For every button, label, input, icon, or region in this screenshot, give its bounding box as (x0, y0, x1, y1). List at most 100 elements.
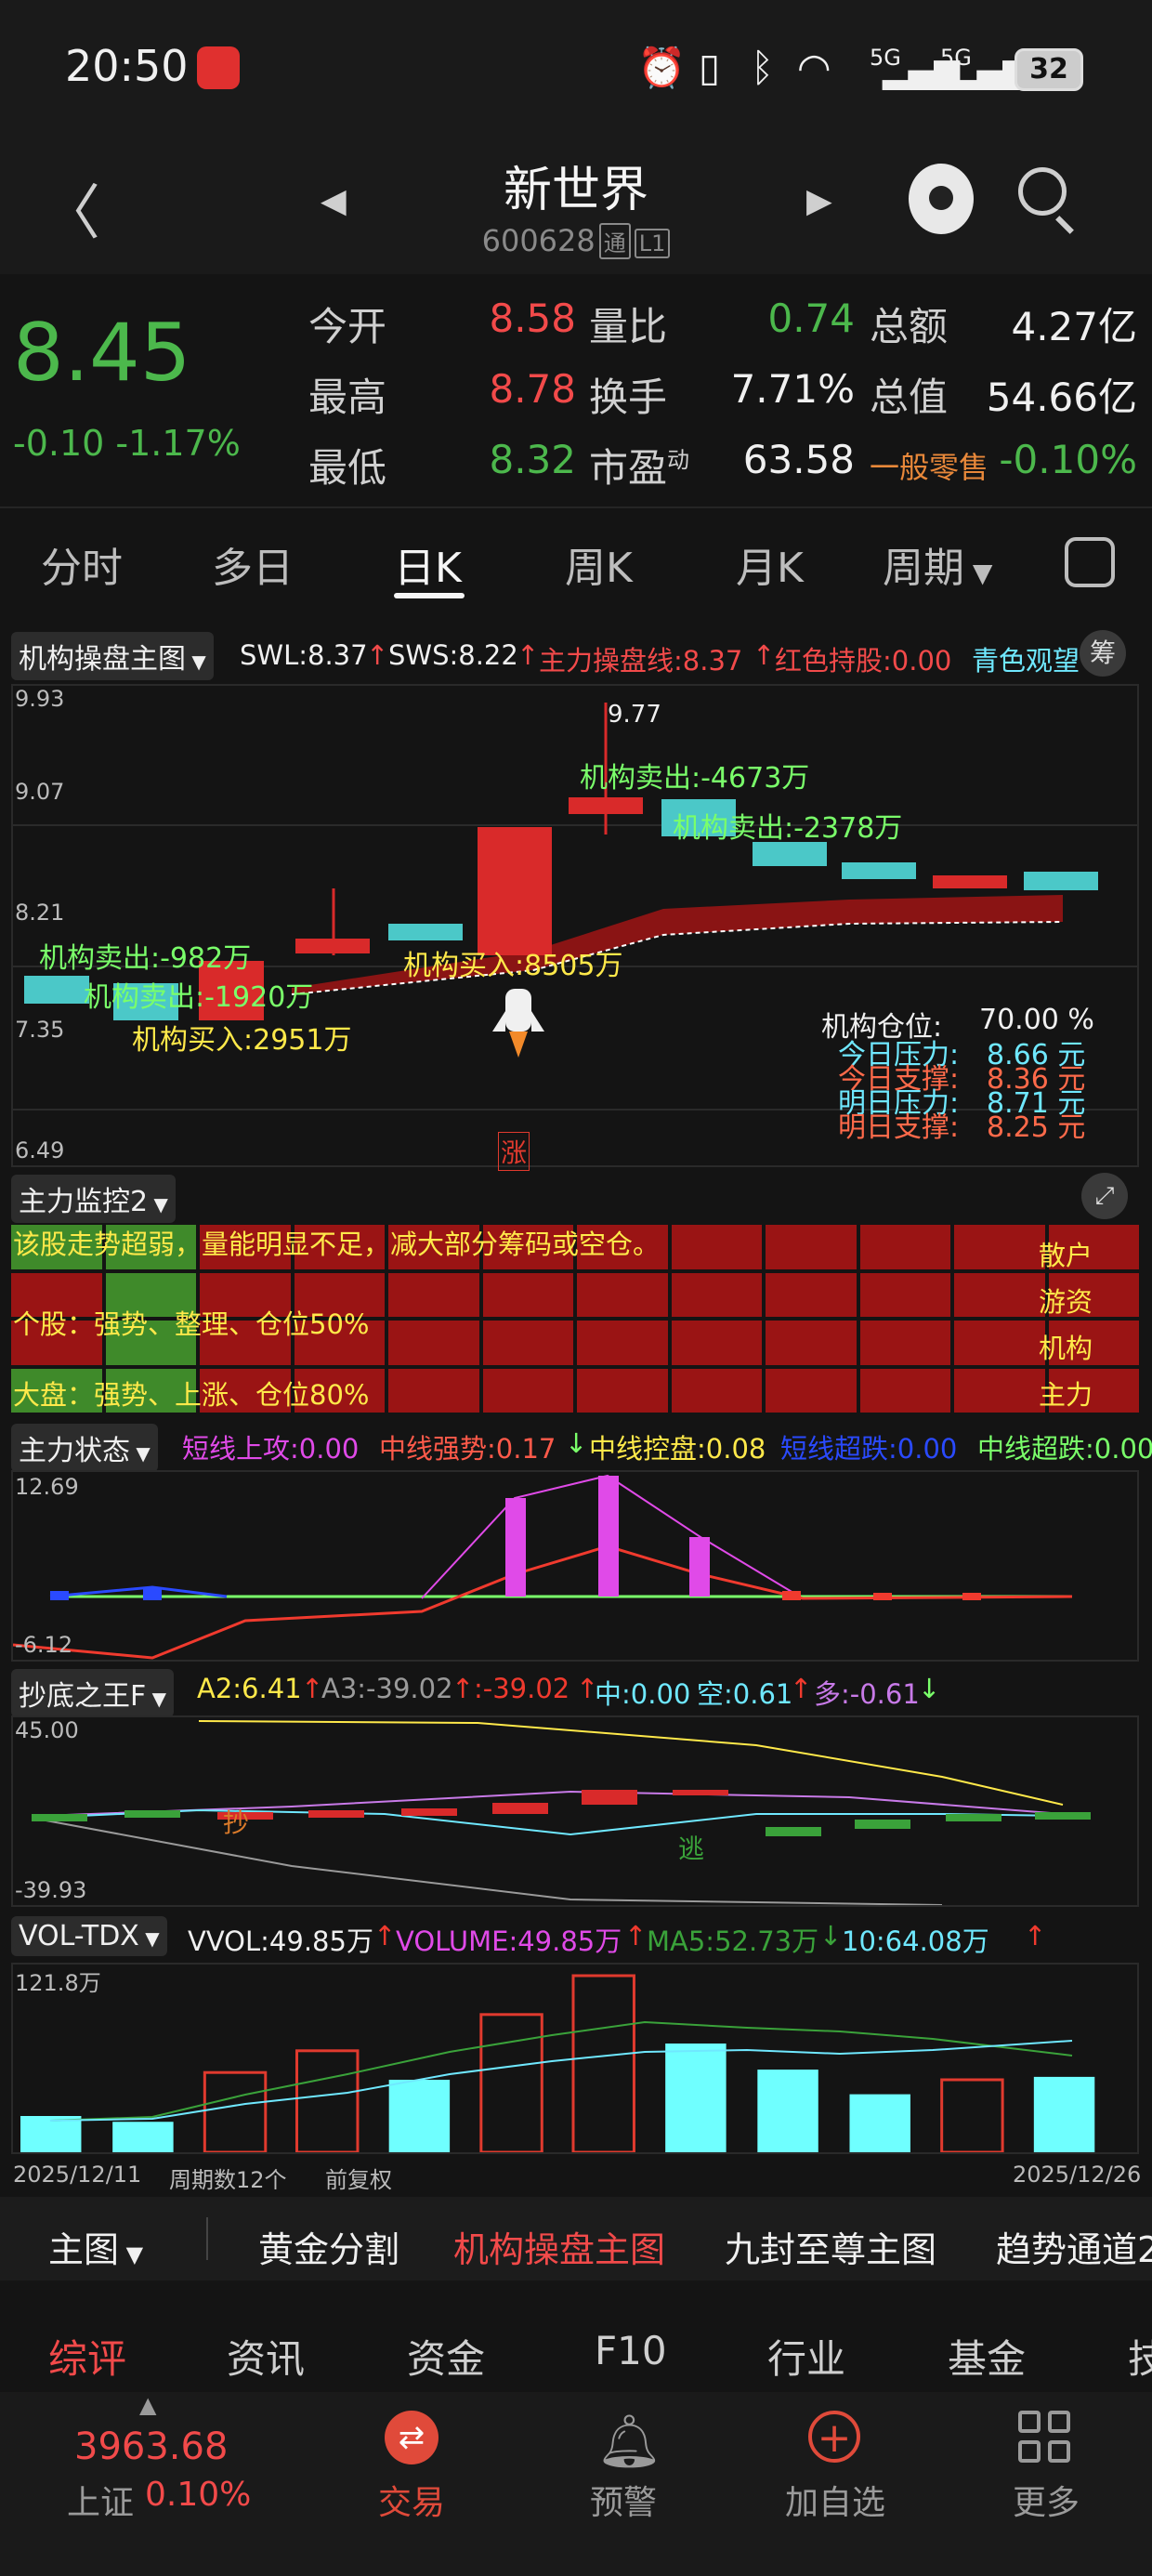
bottom-y-top: 45.00 (15, 1717, 79, 1743)
tong-tag: 通 (598, 223, 631, 259)
indicator-cyan-watch: 青色观望 (972, 645, 1080, 677)
state-lines (13, 1474, 1073, 1660)
tab-weekly-k[interactable]: 周K (565, 534, 633, 594)
tab-golden-section[interactable]: 黄金分割 (258, 2221, 399, 2272)
arrow-down-icon: ↓ (819, 1920, 843, 1952)
stock-name: 新世界 (503, 163, 648, 218)
nav-trade[interactable]: 交易 (353, 2476, 470, 2524)
active-tab-indicator (394, 593, 465, 598)
annotation-sell: 机构卖出:-982万 (39, 942, 252, 975)
date-end: 2025/12/26 (1013, 2162, 1142, 2188)
bottom-value-z: 中:0.00 (595, 1678, 691, 1710)
volume-bar (112, 2122, 174, 2152)
volume-indicator-selector[interactable]: VOL-TDX ▼ (11, 1916, 167, 1956)
high-price-label: 9.77 (608, 701, 661, 729)
tab-news[interactable]: 资讯 (227, 2328, 305, 2385)
search-icon[interactable] (1018, 167, 1067, 216)
settings-icon[interactable] (1065, 537, 1115, 587)
bottom-indicator-selector[interactable]: 抄底之王F ▼ (11, 1669, 175, 1717)
y-tick: 6.49 (15, 1137, 65, 1163)
state-name: 主力状态 (19, 1435, 130, 1467)
tab-daily-k[interactable]: 日K (394, 534, 462, 594)
arrow-up-icon: ↑ (624, 1920, 648, 1952)
tab-industry[interactable]: 行业 (767, 2328, 845, 2385)
main-chart-area[interactable]: 9.93 9.07 8.21 7.35 6.49 9.77 机构卖出:-4673… (11, 684, 1139, 1171)
tab-institution-chart[interactable]: 机构操盘主图 (453, 2221, 665, 2272)
bluetooth-icon: ᛒ (751, 45, 775, 90)
bottom-value-d: 多:-0.61 (814, 1678, 920, 1710)
chip-distribution-button[interactable]: 筹 (1080, 630, 1126, 677)
index-name: 上证 (67, 2484, 135, 2522)
trade-icon[interactable]: ⇄ (385, 2411, 439, 2464)
index-value[interactable]: 3963.68 (74, 2425, 228, 2468)
monitor-selector[interactable]: 主力监控2 ▼ (11, 1175, 176, 1223)
tab-trend-channel[interactable]: 趋势通道2 (996, 2221, 1152, 2272)
nav-alert[interactable]: 预警 (565, 2476, 682, 2524)
main-chart-dropdown[interactable]: 主图 ▼ (48, 2221, 143, 2272)
nav-more[interactable]: 更多 (990, 2476, 1102, 2524)
limit-up-badge: 涨 (498, 1132, 530, 1171)
indicator-main-line: 主力操盘线:8.37 (539, 645, 743, 677)
battery-icon: 32 (1015, 48, 1083, 91)
state-value-d: 短线超跌:0.00 (780, 1433, 958, 1465)
tab-fund[interactable]: 基金 (948, 2328, 1026, 2385)
state-value-e: 中线超跌:0.00 (977, 1433, 1152, 1465)
tab-f10[interactable]: F10 (595, 2328, 667, 2373)
tab-intraday[interactable]: 分时 (41, 534, 123, 594)
tab-monthly-k[interactable]: 月K (736, 534, 804, 594)
adjust-mode[interactable]: 前复权 (325, 2162, 392, 2194)
volume-vvol: VVOL:49.85万 (188, 1925, 373, 1957)
bottom-indicator-chart[interactable]: 45.00 -39.93 抄 逃 (11, 1715, 1139, 1907)
tab-nine-seal-chart[interactable]: 九封至尊主图 (725, 2221, 936, 2272)
index-change: 0.10% (145, 2476, 252, 2514)
main-chart-dropdown-label: 主图 (48, 2229, 120, 2270)
back-icon[interactable]: 〈 (41, 165, 100, 251)
chevron-down-icon: ▼ (148, 1193, 168, 1216)
chevron-down-icon: ▼ (146, 1688, 167, 1710)
indicator-sws: SWS:8.22 (388, 639, 518, 671)
state-selector[interactable]: 主力状态 ▼ (11, 1424, 158, 1472)
y-tick: 9.07 (15, 779, 65, 805)
label-low: 最低 (308, 445, 387, 491)
volume-bar (571, 1974, 635, 2152)
state-chart[interactable]: 12.69 -6.12 (11, 1470, 1139, 1662)
bottom-indicator-lines (32, 1720, 1091, 1905)
chevron-down-icon: ▼ (130, 1442, 151, 1465)
volume-bar (849, 2094, 910, 2152)
bottom-indicator-name: 抄底之王F (19, 1680, 147, 1713)
volume-chart[interactable]: 121.8万 (11, 1963, 1139, 2154)
level-value: 8.25 元 (987, 1111, 1086, 1144)
main-indicator-name: 机构操盘主图 (19, 643, 186, 676)
period-count: 周期数12个 (169, 2167, 287, 2193)
nav-add-watchlist[interactable]: 加自选 (775, 2476, 896, 2524)
grid-icon[interactable] (1018, 2411, 1072, 2464)
tab-period[interactable]: 周期 ▼ (883, 534, 992, 594)
arrow-up-icon: ↑ (301, 1673, 324, 1704)
label-volume-ratio: 量比 (589, 304, 668, 349)
volume-bar (1033, 2076, 1095, 2152)
value-turnover-amount: 4.27亿 (1011, 304, 1137, 349)
mascot-icon[interactable] (909, 164, 974, 234)
add-watchlist-icon[interactable]: + (808, 2411, 860, 2463)
state-value-c: 中线控盘:0.08 (589, 1433, 766, 1465)
main-indicator-selector[interactable]: 机构操盘主图 ▼ (11, 632, 214, 680)
arrow-up-icon: ↑ (373, 1920, 397, 1952)
side-label-retail: 散户 (1039, 1240, 1093, 1271)
tab-overview[interactable]: 综评 (48, 2328, 126, 2385)
tab-more-section[interactable]: 技 (1128, 2328, 1152, 2385)
bottom-value-k: 空:0.61 (697, 1678, 793, 1710)
expand-icon[interactable]: ⤢ (1081, 1173, 1128, 1219)
stock-code-value: 600628 (481, 223, 596, 258)
chevron-down-icon: ▼ (138, 1927, 160, 1950)
tab-funds[interactable]: 资金 (407, 2328, 485, 2385)
next-stock-icon[interactable]: ▶ (806, 182, 832, 220)
escape-mark: 逃 (678, 1833, 705, 1864)
side-label-institution: 机构 (1039, 1333, 1093, 1364)
bottom-value-a3: A3:-39.02 (321, 1673, 453, 1704)
bell-icon[interactable]: 🔔︎ (596, 2411, 662, 2472)
divider (0, 506, 1152, 508)
tab-multiday[interactable]: 多日 (212, 534, 294, 594)
prev-stock-icon[interactable]: ◀ (321, 182, 347, 220)
y-tick: 8.21 (15, 900, 65, 926)
annotation-sell: 机构卖出:-4673万 (580, 762, 810, 795)
